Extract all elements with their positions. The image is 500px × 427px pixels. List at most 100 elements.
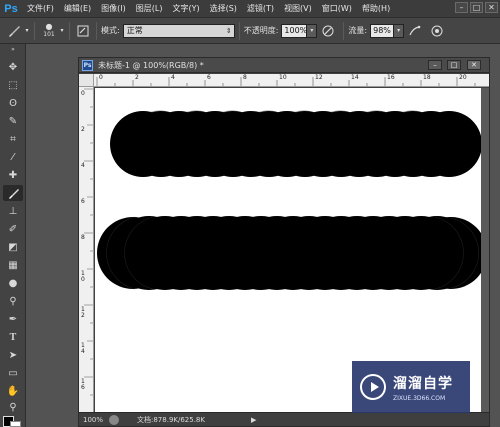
ruler-tick-label: 1 6 — [81, 378, 85, 391]
status-menu-arrow-icon[interactable]: ▶ — [251, 416, 256, 424]
flow-slider-dropdown[interactable]: ▾ — [394, 23, 405, 38]
background-color-swatch[interactable] — [10, 421, 21, 427]
menu-type[interactable]: 文字(Y) — [167, 0, 204, 17]
vertical-scrollbar[interactable] — [481, 88, 489, 412]
ps-document-icon: Ps — [82, 59, 93, 71]
ruler-tick-label: 20 — [459, 74, 467, 81]
menu-filter[interactable]: 滤镜(T) — [242, 0, 279, 17]
dodge-icon[interactable]: ⚲ — [3, 293, 23, 309]
watermark-url: ZIXUE.3D66.COM — [393, 394, 446, 402]
crop-icon[interactable]: ⌗ — [3, 131, 23, 147]
brush-preset-picker[interactable]: ● 101 — [39, 22, 59, 40]
healing-icon[interactable]: ✚ — [3, 167, 23, 183]
pressure-size-icon[interactable] — [426, 22, 448, 40]
play-logo-icon — [360, 374, 386, 400]
menu-select[interactable]: 选择(S) — [205, 0, 242, 17]
mode-select[interactable]: 正常 ⇕ — [122, 23, 235, 38]
brush-dropdown-icon[interactable]: ▾ — [59, 22, 65, 40]
brush-tool-icon[interactable] — [3, 185, 23, 201]
ruler-tick-label: 4 — [171, 74, 175, 81]
brush-panel-icon[interactable] — [74, 22, 92, 40]
ruler-tick-label: 1 4 — [81, 342, 85, 355]
eyedropper-icon[interactable]: ⁄ — [3, 149, 23, 165]
opacity-field[interactable]: 100% — [281, 23, 308, 38]
clone-stamp-icon[interactable]: ⊥ — [3, 203, 23, 219]
watermark: 溜溜自学 ZIXUE.3D66.COM — [352, 361, 470, 413]
document-tab[interactable]: Ps 未标题-1 @ 100%(RGB/8) * – □ ✕ — [79, 58, 489, 73]
brush-stroke-spaced — [110, 111, 481, 177]
doc-maximize-icon[interactable]: □ — [447, 60, 461, 70]
menu-file[interactable]: 文件(F) — [22, 0, 59, 17]
marquee-icon[interactable]: ⬚ — [3, 77, 23, 93]
doc-close-icon[interactable]: ✕ — [467, 60, 481, 70]
brush-stroke-dense — [97, 216, 481, 290]
menu-help[interactable]: 帮助(H) — [357, 0, 395, 17]
zoom-icon[interactable]: ⚲ — [3, 399, 23, 415]
history-brush-icon[interactable]: ✐ — [3, 221, 23, 237]
options-bar: ▾ ● 101 ▾ 模式: 正常 ⇕ 不透明度: 100% ▾ 流量: 98% … — [0, 17, 500, 44]
ruler-tick-label: 0 — [99, 74, 103, 81]
minimize-icon[interactable]: – — [455, 2, 468, 13]
ruler-tick-label: 1 0 — [81, 270, 85, 283]
menu-window[interactable]: 窗口(W) — [317, 0, 357, 17]
move-icon[interactable]: ✥ — [3, 59, 23, 75]
separator — [96, 21, 97, 40]
ruler-tick-label: 18 — [423, 74, 431, 81]
ruler-tick-label: 8 — [243, 74, 247, 81]
vertical-ruler[interactable]: 0 2 4 6 8 1 0 1 2 1 4 1 6 — [79, 87, 94, 412]
watermark-text: 溜溜自学 ZIXUE.3D66.COM — [393, 373, 453, 402]
ruler-tick-label: 14 — [351, 74, 359, 81]
brush-tip-icon: ● — [45, 21, 53, 31]
tool-preset-dropdown-icon[interactable]: ▾ — [24, 22, 30, 40]
menu-view[interactable]: 视图(V) — [279, 0, 317, 17]
brush-icon[interactable] — [4, 22, 24, 40]
separator — [69, 21, 70, 40]
quick-select-icon[interactable]: ✎ — [3, 113, 23, 129]
doc-minimize-icon[interactable]: – — [428, 60, 442, 70]
menu-edit[interactable]: 编辑(E) — [59, 0, 96, 17]
close-icon[interactable]: ✕ — [485, 2, 498, 13]
ruler-origin[interactable] — [79, 74, 94, 87]
updown-arrow-icon: ⇕ — [225, 26, 232, 35]
flow-field[interactable]: 98% — [370, 23, 395, 38]
mode-label: 模式: — [101, 26, 120, 35]
document-title: 未标题-1 @ 100%(RGB/8) * — [98, 60, 204, 70]
brush-size-label: 101 — [43, 30, 55, 38]
separator — [34, 21, 35, 40]
zoom-level[interactable]: 100% — [79, 416, 109, 424]
ruler-tick-label: 6 — [81, 198, 85, 205]
ruler-ticks — [84, 88, 93, 396]
menu-image[interactable]: 图像(I) — [96, 0, 131, 17]
horizontal-ruler[interactable]: 0 2 4 6 8 10 12 14 16 18 20 — [94, 74, 489, 87]
share-icon[interactable] — [109, 414, 119, 425]
flow-label: 流量: — [348, 26, 368, 35]
pen-icon[interactable]: ✒ — [3, 311, 23, 327]
ruler-tick-label: 6 — [207, 74, 211, 81]
shape-icon[interactable]: ▭ — [3, 365, 23, 381]
mode-value: 正常 — [126, 25, 143, 35]
pressure-opacity-icon[interactable] — [317, 22, 339, 40]
menu-layer[interactable]: 图层(L) — [131, 0, 168, 17]
maximize-icon[interactable]: □ — [470, 2, 483, 13]
ruler-tick-label: 2 — [81, 126, 85, 133]
ruler-tick-label: 0 — [81, 90, 85, 97]
ruler-tick-label: 12 — [315, 74, 323, 81]
blur-icon[interactable]: ● — [3, 275, 23, 291]
path-select-icon[interactable]: ➤ — [3, 347, 23, 363]
panel-collapse-icon[interactable]: » — [3, 46, 23, 53]
opacity-slider-dropdown[interactable]: ▾ — [307, 23, 318, 38]
hand-icon[interactable]: ✋ — [3, 383, 23, 399]
ruler-tick-label: 16 — [387, 74, 395, 81]
gradient-icon[interactable]: ▦ — [3, 257, 23, 273]
ruler-tick-label: 1 2 — [81, 306, 85, 319]
eraser-icon[interactable]: ◩ — [3, 239, 23, 255]
ruler-tick-label: 2 — [135, 74, 139, 81]
ruler-tick-label: 4 — [81, 162, 85, 169]
ruler-tick-label: 8 — [81, 234, 85, 241]
separator — [238, 21, 240, 40]
status-bar: 100% 文档:878.9K/625.8K ▶ — [79, 412, 489, 426]
type-icon[interactable]: T — [3, 329, 23, 345]
separator — [343, 21, 345, 40]
lasso-icon[interactable]: ʘ — [3, 95, 23, 111]
airbrush-icon[interactable] — [404, 22, 426, 40]
